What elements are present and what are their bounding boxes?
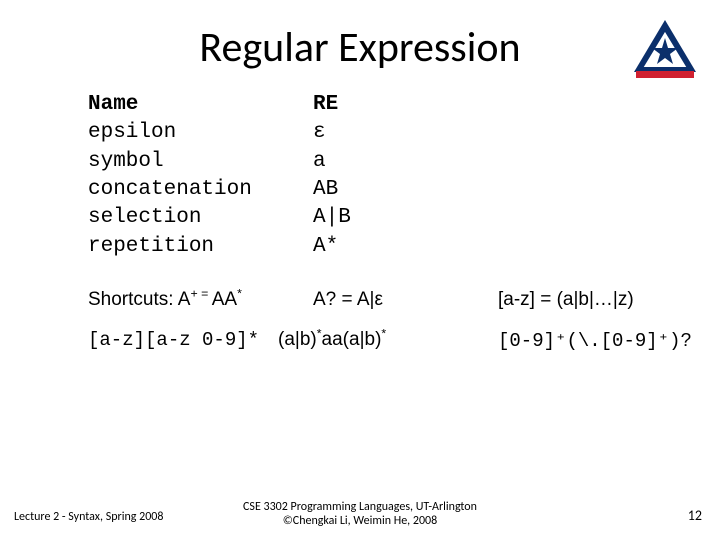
table-row: symbol a xyxy=(88,148,720,176)
example-2: (a|b)*aa(a|b)* xyxy=(278,329,498,352)
td-name: concatenation xyxy=(88,176,313,204)
td-re: A|B xyxy=(313,204,433,232)
td-name: selection xyxy=(88,204,313,232)
table-row: repetition A* xyxy=(88,233,720,261)
td-re: a xyxy=(313,148,433,176)
footer-center: CSE 3302 Programming Languages, UT-Arlin… xyxy=(0,500,720,528)
td-re: AB xyxy=(313,176,433,204)
th-name: Name xyxy=(88,91,313,119)
examples-block: [a-z][a-z 0-9]* (a|b)*aa(a|b)* [0-9]⁺(\.… xyxy=(88,329,720,352)
slide-title: Regular Expression xyxy=(0,0,720,73)
content-area: Name RE epsilon ε symbol a concatenation… xyxy=(0,91,720,352)
td-re: A* xyxy=(313,233,433,261)
table-header: Name RE xyxy=(88,91,720,119)
td-re: ε xyxy=(313,119,433,147)
shortcut-aplus: Shortcuts: A+ = AA* xyxy=(88,289,313,311)
table-row: selection A|B xyxy=(88,204,720,232)
td-name: epsilon xyxy=(88,119,313,147)
td-name: symbol xyxy=(88,148,313,176)
footer-center-line2: ©Chengkai Li, Weimin He, 2008 xyxy=(283,514,437,528)
aplus-sup: + = xyxy=(190,287,211,301)
ex2-sup2: * xyxy=(381,327,386,341)
example-1: [a-z][a-z 0-9]* xyxy=(88,329,278,352)
shortcut-row: Shortcuts: A+ = AA* A? = A|ε [a-z] = (a|… xyxy=(88,289,720,311)
shortcuts-block: Shortcuts: A+ = AA* A? = A|ε [a-z] = (a|… xyxy=(88,289,720,311)
uta-logo xyxy=(630,18,700,80)
aplus-lhs: A xyxy=(178,289,191,310)
footer-page-number: 12 xyxy=(688,507,702,524)
ex2-pre: (a|b) xyxy=(278,329,317,350)
ex2-mid: aa(a|b) xyxy=(322,329,382,350)
shortcut-aq: A? = A|ε xyxy=(313,289,498,311)
example-row: [a-z][a-z 0-9]* (a|b)*aa(a|b)* [0-9]⁺(\.… xyxy=(88,329,720,352)
logo-svg xyxy=(630,18,700,80)
re-table: Name RE epsilon ε symbol a concatenation… xyxy=(88,91,720,261)
table-row: concatenation AB xyxy=(88,176,720,204)
aplus-rhs: AA xyxy=(212,289,237,310)
shortcuts-label: Shortcuts: xyxy=(88,289,178,310)
example-3: [0-9]⁺(\.[0-9]⁺)? xyxy=(498,329,692,352)
table-row: epsilon ε xyxy=(88,119,720,147)
aplus-rhs-sup: * xyxy=(237,287,242,301)
td-name: repetition xyxy=(88,233,313,261)
th-re: RE xyxy=(313,91,433,119)
footer-center-line1: CSE 3302 Programming Languages, UT-Arlin… xyxy=(243,500,477,514)
shortcut-range: [a-z] = (a|b|…|z) xyxy=(498,289,634,311)
